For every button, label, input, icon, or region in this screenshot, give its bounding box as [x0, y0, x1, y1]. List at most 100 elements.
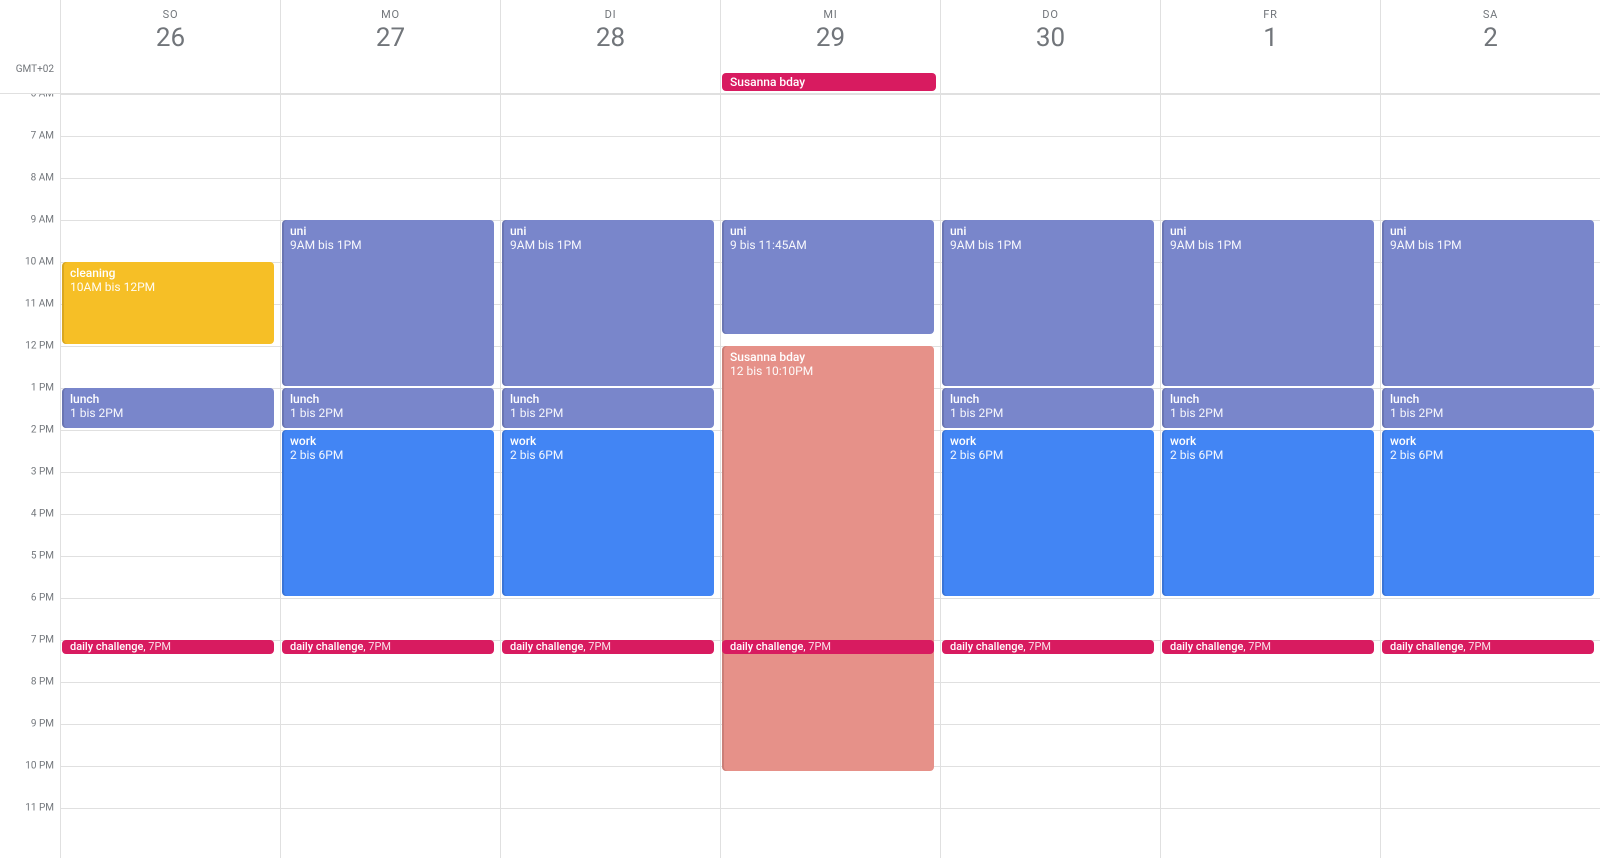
event-time: 2 bis 6PM	[290, 448, 486, 462]
day-header[interactable]: SO 26	[60, 0, 280, 72]
calendar-event-thin[interactable]: daily challenge, 7PM	[722, 640, 934, 654]
hour-gridline	[501, 598, 720, 599]
day-header[interactable]: DI28	[500, 0, 720, 72]
calendar-event[interactable]: work2 bis 6PM	[282, 430, 494, 596]
allday-cell[interactable]	[280, 72, 500, 93]
calendar-event[interactable]: uni9 bis 11:45AM	[722, 220, 934, 334]
calendar-event[interactable]: uni9AM bis 1PM	[942, 220, 1154, 386]
calendar-event[interactable]: lunch1 bis 2PM	[1382, 388, 1594, 428]
event-time: 2 bis 6PM	[510, 448, 706, 462]
hour-label: 9 PM	[31, 719, 54, 730]
calendar-event[interactable]: cleaning10AM bis 12PM	[62, 262, 274, 344]
event-title: work	[1390, 434, 1586, 448]
hour-gridline	[1381, 94, 1600, 95]
hour-label: 8 AM	[31, 173, 54, 184]
hour-gridline	[281, 136, 500, 137]
calendar-event[interactable]: uni9AM bis 1PM	[1162, 220, 1374, 386]
event-time: 10AM bis 12PM	[70, 280, 266, 294]
hour-gridline	[281, 178, 500, 179]
calendar-event[interactable]: lunch1 bis 2PM	[942, 388, 1154, 428]
day-column[interactable]: uni9AM bis 1PMlunch1 bis 2PMwork2 bis 6P…	[500, 94, 720, 858]
hour-gridline	[501, 724, 720, 725]
hour-label: 11 PM	[25, 803, 54, 814]
calendar-event[interactable]: Susanna bday12 bis 10:10PM	[722, 346, 934, 771]
event-title: work	[950, 434, 1146, 448]
day-header[interactable]: MI29	[720, 0, 940, 72]
allday-cell[interactable]: Susanna bday	[720, 72, 940, 93]
calendar-event-thin[interactable]: daily challenge, 7PM	[502, 640, 714, 654]
hour-label: 2 PM	[31, 425, 54, 436]
day-of-week-label: SO	[163, 8, 179, 21]
calendar-event-thin[interactable]: daily challenge, 7PM	[1162, 640, 1374, 654]
hour-gridline	[501, 136, 720, 137]
hour-label: 10 PM	[25, 761, 54, 772]
calendar-event[interactable]: lunch1 bis 2PM	[502, 388, 714, 428]
hour-gridline	[61, 178, 280, 179]
calendar-event-thin[interactable]: daily challenge, 7PM	[62, 640, 274, 654]
allday-event[interactable]: Susanna bday	[722, 73, 936, 91]
calendar-event-thin[interactable]: daily challenge, 7PM	[1382, 640, 1594, 654]
event-title: work	[510, 434, 706, 448]
day-of-week-label: FR	[1263, 8, 1277, 21]
calendar-event[interactable]: work2 bis 6PM	[1382, 430, 1594, 596]
event-time: 7PM	[1028, 640, 1051, 653]
event-time: 2 bis 6PM	[1390, 448, 1586, 462]
day-column[interactable]: cleaning10AM bis 12PM lunch1 bis 2PM daily…	[60, 94, 280, 858]
day-number-label: 28	[596, 23, 625, 53]
hour-gridline	[61, 682, 280, 683]
hour-gridline	[941, 766, 1160, 767]
day-column[interactable]: uni9AM bis 1PMlunch1 bis 2PMwork2 bis 6P…	[1380, 94, 1600, 858]
hour-gridline	[1161, 136, 1380, 137]
hour-gridline	[61, 598, 280, 599]
allday-cell[interactable]	[1380, 72, 1600, 93]
hour-gridline	[941, 598, 1160, 599]
allday-cell[interactable]	[1160, 72, 1380, 93]
calendar-event-thin[interactable]: daily challenge, 7PM	[942, 640, 1154, 654]
event-title: uni	[730, 224, 926, 238]
event-time: 9AM bis 1PM	[1170, 238, 1366, 252]
hour-gridline	[61, 724, 280, 725]
event-title: work	[290, 434, 486, 448]
allday-cell[interactable]	[500, 72, 720, 93]
event-time: 9 bis 11:45AM	[730, 238, 926, 252]
calendar-event[interactable]: uni9AM bis 1PM	[1382, 220, 1594, 386]
calendar-event[interactable]: lunch1 bis 2PM	[282, 388, 494, 428]
calendar-event[interactable]: work2 bis 6PM	[1162, 430, 1374, 596]
day-header[interactable]: SA2	[1380, 0, 1600, 72]
event-time: 7PM	[1468, 640, 1491, 653]
day-number-label: 26	[156, 23, 185, 53]
calendar-event[interactable]: uni9AM bis 1PM	[282, 220, 494, 386]
day-header[interactable]: MO27	[280, 0, 500, 72]
day-number-label: 2	[1483, 23, 1498, 53]
hour-gridline	[941, 94, 1160, 95]
day-header[interactable]: FR1	[1160, 0, 1380, 72]
hour-label: 1 PM	[31, 383, 54, 394]
day-header[interactable]: DO30	[940, 0, 1160, 72]
calendar-event[interactable]: lunch1 bis 2PM	[1162, 388, 1374, 428]
hour-gridline	[1161, 94, 1380, 95]
day-column[interactable]: uni9AM bis 1PMlunch1 bis 2PMwork2 bis 6P…	[940, 94, 1160, 858]
hour-gridline	[61, 346, 280, 347]
event-time: 9AM bis 1PM	[950, 238, 1146, 252]
hour-label: 12 PM	[25, 341, 54, 352]
day-column[interactable]: uni9 bis 11:45AM Susanna bday12 bis 10:10…	[720, 94, 940, 858]
hour-gridline	[1381, 178, 1600, 179]
hour-gridline	[501, 94, 720, 95]
hour-gridline	[61, 808, 280, 809]
calendar-event[interactable]: uni9AM bis 1PM	[502, 220, 714, 386]
event-title: lunch	[290, 392, 486, 406]
day-column[interactable]: uni9AM bis 1PMlunch1 bis 2PMwork2 bis 6P…	[280, 94, 500, 858]
event-title: daily challenge	[730, 640, 803, 653]
time-grid[interactable]: 6 AM7 AM8 AM9 AM10 AM11 AM12 PM1 PM2 PM3…	[0, 94, 1600, 858]
calendar-event[interactable]: work2 bis 6PM	[502, 430, 714, 596]
allday-cell[interactable]	[60, 72, 280, 93]
calendar-event[interactable]: work2 bis 6PM	[942, 430, 1154, 596]
timezone-label: GMT+02	[0, 64, 60, 93]
calendar-event-thin[interactable]: daily challenge, 7PM	[282, 640, 494, 654]
day-of-week-label: MI	[823, 8, 837, 21]
event-time: 7PM	[148, 640, 171, 653]
calendar-event[interactable]: lunch1 bis 2PM	[62, 388, 274, 428]
event-title: uni	[950, 224, 1146, 238]
allday-cell[interactable]	[940, 72, 1160, 93]
day-column[interactable]: uni9AM bis 1PMlunch1 bis 2PMwork2 bis 6P…	[1160, 94, 1380, 858]
